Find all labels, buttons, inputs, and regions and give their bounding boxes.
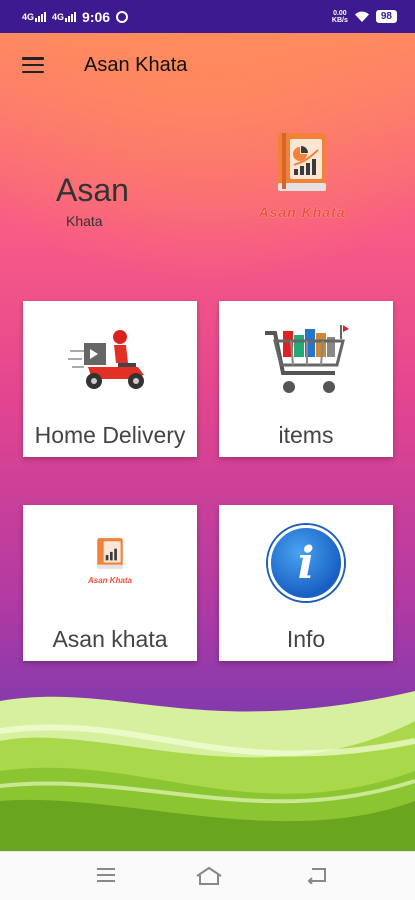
home-delivery-card[interactable]: Home Delivery [23, 301, 197, 457]
network-speed-unit: KB/s [331, 16, 348, 24]
whatsapp-icon [116, 10, 129, 23]
app-bar: Asan Khata [0, 33, 415, 99]
signal-1-label: 4G [22, 11, 35, 22]
delivery-scooter-icon [68, 330, 144, 389]
network-speed: 0.00 KB/s [332, 10, 348, 24]
ledger-book-chart-icon [278, 133, 326, 191]
status-right: 0.00 KB/s 98 [332, 10, 397, 24]
wifi-icon [354, 11, 369, 22]
ledger-book-chart-icon [97, 538, 123, 569]
network-speed-value: 0.00 [333, 9, 347, 17]
signal-2: 4G [52, 11, 77, 22]
app-title: Asan Khata [84, 54, 188, 76]
hero-logo: Asan Khata [250, 131, 354, 220]
info-card[interactable]: i Info [219, 505, 393, 661]
hero-text: Asan Khata [56, 173, 129, 229]
hero-sub: Khata [66, 213, 103, 229]
signal-1: 4G [22, 11, 47, 22]
status-bar: 4G 4G 9:06 0.00 KB/s 98 [0, 0, 415, 33]
asan-khata-logo: Asan Khata [75, 537, 145, 585]
hamburger-icon[interactable] [22, 57, 44, 73]
system-nav-bar [0, 851, 415, 900]
items-card[interactable]: items [219, 301, 393, 457]
info-label: Info [286, 626, 326, 652]
asan-khata-logo-caption: Asan Khata [87, 576, 132, 585]
asan-khata-card[interactable]: Asan Khata Asan khata [23, 505, 197, 661]
main-screen: Asan Khata Asan Khata Asan Khata Home De… [0, 33, 415, 851]
shopping-cart-icon [265, 325, 349, 393]
status-left: 4G 4G 9:06 [22, 8, 129, 25]
info-icon: i [268, 525, 344, 601]
hero-logo-caption: Asan Khata [258, 204, 346, 220]
home-icon[interactable] [195, 866, 223, 886]
back-icon[interactable] [306, 866, 328, 884]
recent-apps-icon[interactable] [96, 866, 116, 884]
battery-indicator: 98 [375, 10, 397, 23]
hero-main: Asan [56, 172, 129, 208]
signal-2-label: 4G [52, 11, 65, 22]
info-icon-glyph: i [268, 525, 344, 601]
home-delivery-label: Home Delivery [34, 422, 186, 448]
items-label: items [278, 422, 334, 448]
asan-khata-label: Asan khata [52, 626, 168, 652]
status-time: 9:06 [82, 8, 111, 25]
green-wave-decoration [0, 691, 415, 851]
